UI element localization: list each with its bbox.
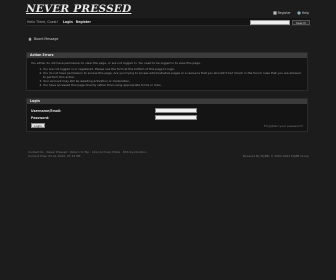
breadcrumb: Board Message <box>28 37 58 41</box>
search-button[interactable]: Search <box>292 20 310 25</box>
current-time: Current time: 03-21-2024, 07:34 PM <box>28 154 81 158</box>
register-top-link[interactable]: Register <box>272 11 291 15</box>
register-icon <box>272 11 277 15</box>
home-icon[interactable] <box>28 37 32 41</box>
password-field[interactable] <box>155 115 197 120</box>
breadcrumb-current: Board Message <box>34 37 59 41</box>
username-row: Username/Email: <box>31 108 303 113</box>
register-link[interactable]: Register <box>76 20 91 24</box>
error-intro: You either do not have permission to vie… <box>31 61 201 65</box>
help-top-label: Help <box>301 11 309 15</box>
footer-links: Contact Us · Never Pressed · Return to T… <box>28 150 146 158</box>
password-label: Password: <box>31 115 50 120</box>
error-panel: Action Errors You either do not have per… <box>26 52 308 91</box>
help-top-link[interactable]: Help <box>297 11 309 15</box>
guest-greeting: Hello There, Guest! <box>27 19 58 24</box>
register-top-label: Register <box>277 11 291 15</box>
search-input[interactable] <box>250 20 290 25</box>
login-panel: Login Username/Email: Password: Login Fo… <box>26 98 308 132</box>
username-label: Username/Email: <box>31 108 62 113</box>
error-item: You have accessed this page directly rat… <box>43 83 303 87</box>
forgot-password-link[interactable]: Forgotten your password? <box>264 124 303 128</box>
top-links: Register Help <box>272 11 309 15</box>
site-logo[interactable]: NEVER PRESSED <box>26 3 131 15</box>
password-row: Password: <box>31 115 303 120</box>
help-icon <box>297 11 301 15</box>
login-link[interactable]: Login <box>63 20 73 24</box>
login-button[interactable]: Login <box>31 123 45 128</box>
powered-by[interactable]: Powered By MyBB, © 2002-2024 MyBB Group <box>243 154 309 158</box>
username-field[interactable] <box>155 108 197 113</box>
error-panel-body: You either do not have permission to vie… <box>27 58 307 90</box>
error-list: You are not logged in or registered. Ple… <box>31 67 303 87</box>
error-item: You do not have permission to access thi… <box>43 71 303 79</box>
